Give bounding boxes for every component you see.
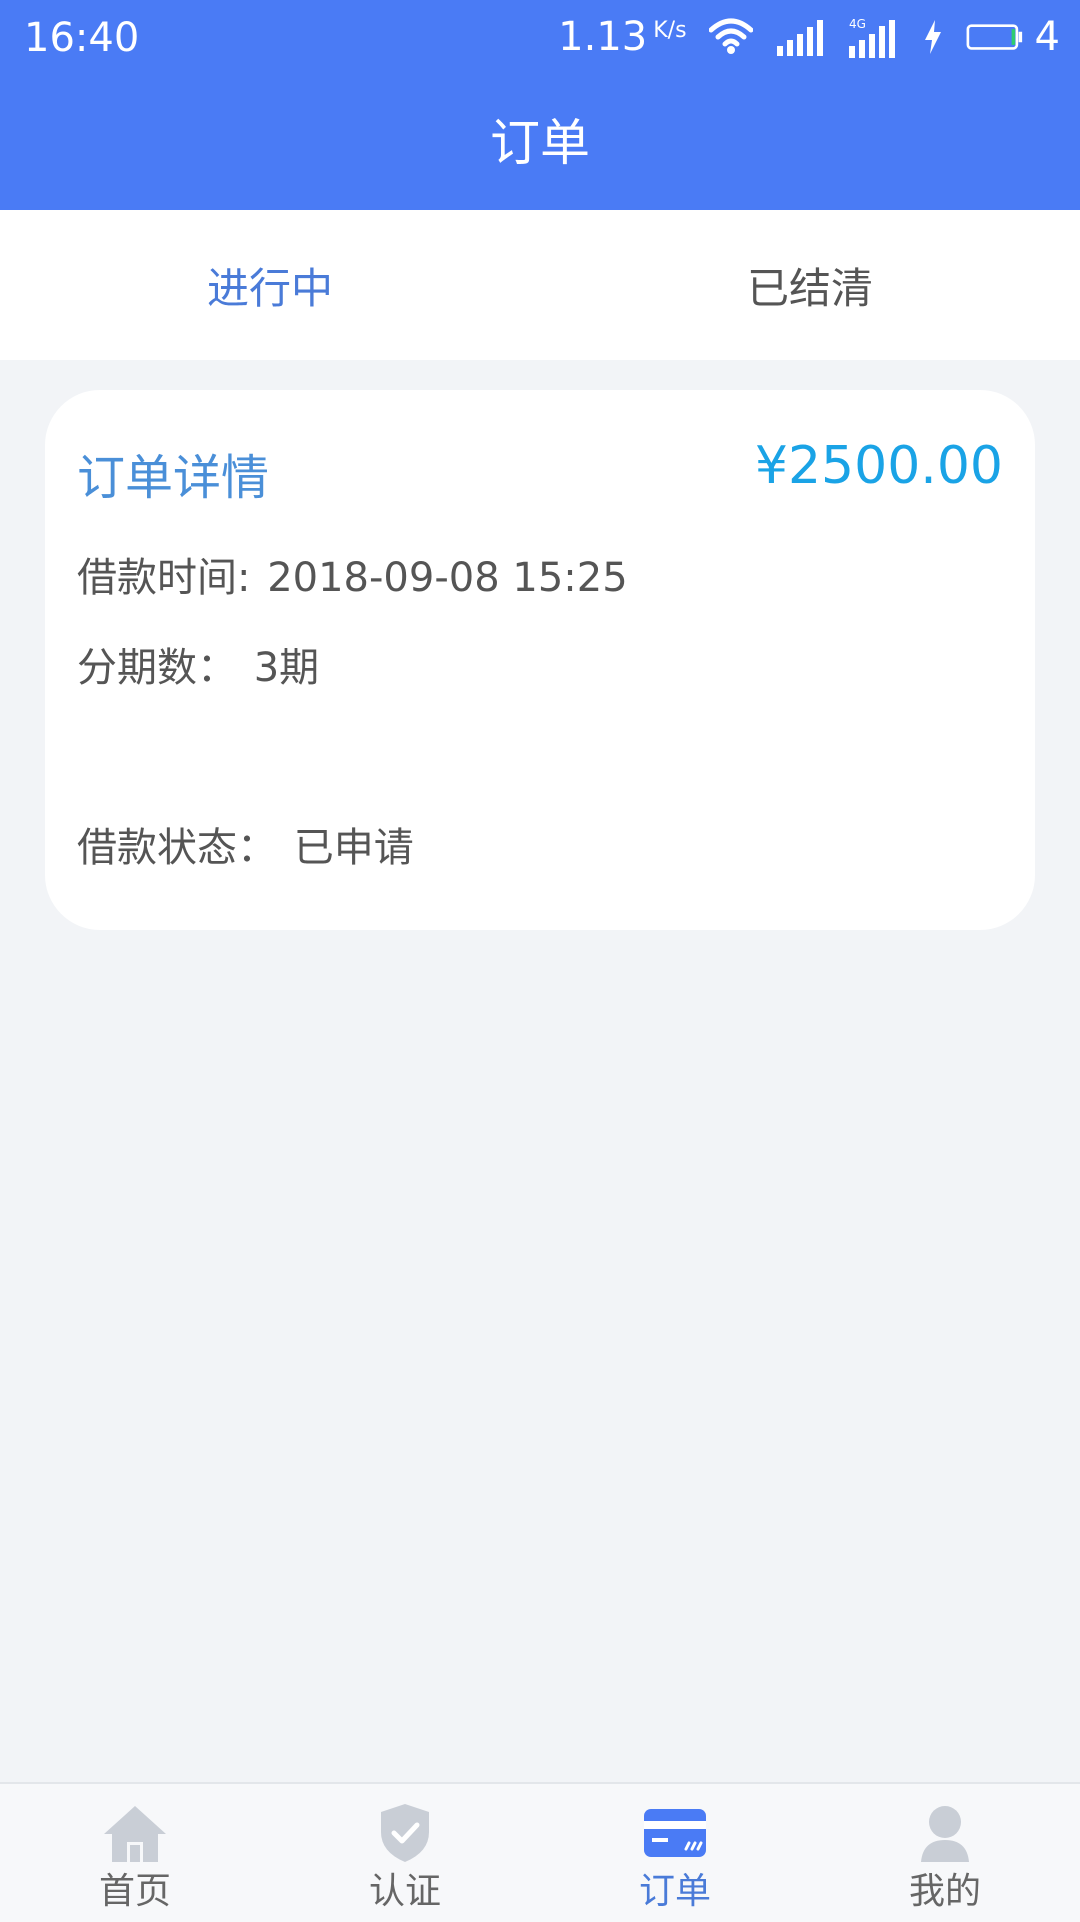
loan-status-row: 借款状态： 已申请 <box>77 815 414 873</box>
svg-text:4G: 4G <box>849 17 866 31</box>
borrow-time-value: 2018-09-08 15:25 <box>267 555 628 601</box>
nav-mine[interactable]: 我的 <box>810 1784 1080 1922</box>
user-icon <box>910 1800 980 1866</box>
nav-orders-label: 订单 <box>638 1871 711 1912</box>
signal-4g-icon: 4G <box>848 17 895 58</box>
tab-settled[interactable]: 已结清 <box>540 210 1080 360</box>
nav-verify-label: 认证 <box>368 1871 441 1912</box>
battery-level: 4 <box>1034 14 1060 60</box>
borrow-time-label: 借款时间: <box>77 555 251 601</box>
installments-value: 3期 <box>253 645 320 691</box>
nav-home-label: 首页 <box>98 1871 171 1912</box>
page-title: 订单 <box>490 114 590 172</box>
battery-icon <box>966 24 1022 50</box>
nav-orders[interactable]: 订单 <box>540 1784 810 1922</box>
nav-home[interactable]: 首页 <box>0 1784 270 1922</box>
installments-row: 分期数： 3期 <box>77 635 319 693</box>
installments-label: 分期数： <box>77 645 237 691</box>
network-speed-unit: K/s <box>653 18 687 43</box>
nav-mine-label: 我的 <box>908 1871 981 1912</box>
wifi-icon <box>708 18 753 54</box>
network-speed: 1.13 K/s <box>558 14 686 60</box>
top-bar: 16:40 1.13 K/s 4G 4 订单 <box>0 0 1080 210</box>
order-tabs: 进行中 已结清 <box>0 210 1080 360</box>
status-time: 16:40 <box>24 15 140 61</box>
signal-icon <box>776 20 823 56</box>
network-speed-value: 1.13 <box>558 14 648 60</box>
status-icons: 1.13 K/s 4G 4 <box>558 12 1060 62</box>
loan-status-label: 借款状态： <box>77 825 277 871</box>
nav-verify[interactable]: 认证 <box>270 1784 540 1922</box>
loan-status-value: 已申请 <box>293 825 414 871</box>
order-card[interactable]: 订单详情 ¥2500.00 借款时间: 2018-09-08 15:25 分期数… <box>45 390 1035 930</box>
shield-check-icon <box>370 1800 440 1866</box>
borrow-time-row: 借款时间: 2018-09-08 15:25 <box>77 545 628 603</box>
charging-icon <box>924 20 941 54</box>
order-detail-title: 订单详情 <box>77 450 270 506</box>
bottom-nav: 首页 认证 订单 我的 <box>0 1782 1080 1922</box>
battery: 4 <box>965 14 1060 60</box>
home-icon <box>100 1800 170 1866</box>
tab-in-progress[interactable]: 进行中 <box>0 210 540 360</box>
order-amount: ¥2500.00 <box>754 436 1003 496</box>
card-icon <box>640 1800 710 1866</box>
